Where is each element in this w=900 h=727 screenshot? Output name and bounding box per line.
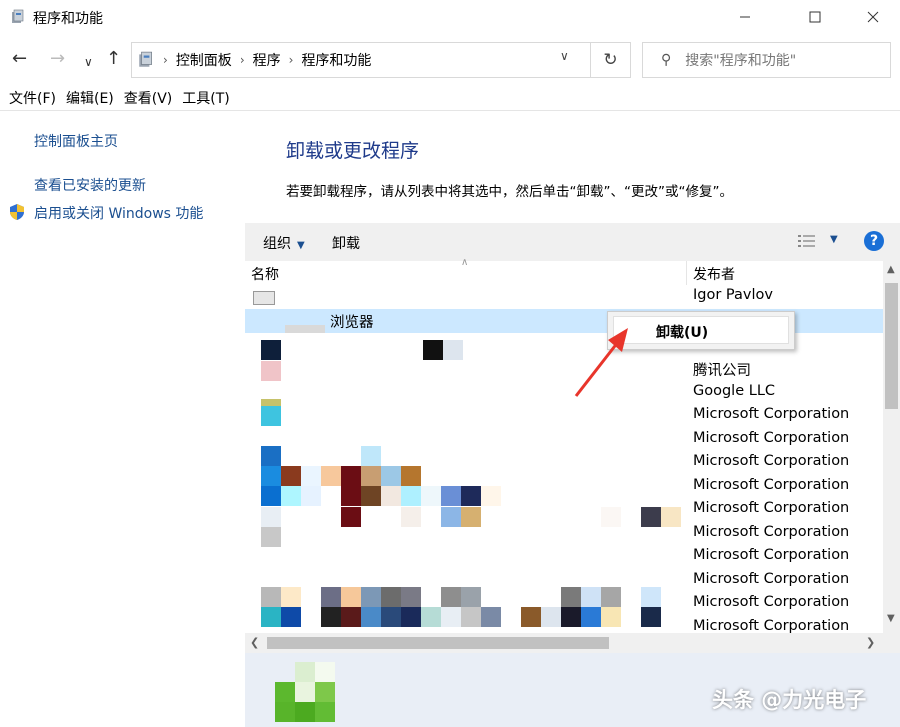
breadcrumb-separator-icon: › xyxy=(163,53,168,67)
list-item[interactable]: Microsoft Corporation xyxy=(245,428,883,452)
sidebar-link-control-panel-home[interactable]: 控制面板主页 xyxy=(34,131,118,151)
list-item[interactable]: Microsoft Corporation xyxy=(245,451,883,475)
sidebar-link-windows-features[interactable]: 启用或关闭 Windows 功能 xyxy=(34,203,203,223)
back-arrow-icon[interactable]: ← xyxy=(12,50,27,68)
list-item[interactable]: Microsoft Corporation xyxy=(245,404,883,428)
window-title: 程序和功能 xyxy=(33,11,103,27)
sort-ascending-icon: ∧ xyxy=(461,257,469,268)
scroll-thumb[interactable] xyxy=(267,637,609,649)
maximize-icon[interactable] xyxy=(792,0,838,34)
menu-edit[interactable]: 编辑(E) xyxy=(66,88,114,110)
context-menu: 卸载(U) xyxy=(607,311,795,350)
recent-locations-chevron-icon[interactable]: ∨ xyxy=(84,53,93,71)
list-item[interactable]: Microsoft Corporation xyxy=(245,522,883,546)
address-dropdown-icon[interactable]: ∨ xyxy=(560,49,569,63)
list-item[interactable]: Microsoft Corporation xyxy=(245,475,883,499)
view-options-icon[interactable] xyxy=(797,233,817,249)
search-placeholder: 搜索"程序和功能" xyxy=(685,53,797,69)
help-button[interactable]: ? xyxy=(864,231,884,251)
page-title: 卸载或更改程序 xyxy=(286,140,420,162)
list-item[interactable]: Google LLC xyxy=(245,381,883,405)
scroll-corner xyxy=(883,633,900,653)
control-panel-icon xyxy=(139,51,152,67)
forward-arrow-icon[interactable]: → xyxy=(50,50,65,68)
search-icon: ⚲ xyxy=(661,52,672,68)
column-header-name[interactable]: 名称 xyxy=(251,264,279,284)
breadcrumb-control-panel[interactable]: 控制面板 xyxy=(176,50,232,70)
address-bar[interactable]: › 控制面板 › 程序 › 程序和功能 xyxy=(131,42,591,78)
breadcrumb-separator-icon: › xyxy=(239,53,245,67)
close-icon[interactable] xyxy=(850,0,896,34)
list-item[interactable]: Microsoft Corporation xyxy=(245,569,883,593)
list-item[interactable]: Igor Pavlov xyxy=(245,285,883,309)
up-arrow-icon[interactable]: ↑ xyxy=(106,50,121,68)
breadcrumb-programs-and-features[interactable]: 程序和功能 xyxy=(301,50,371,70)
list-item[interactable]: Microsoft Corporation xyxy=(245,592,883,616)
shield-icon xyxy=(10,204,24,220)
refresh-icon: ↻ xyxy=(603,50,618,70)
organize-label: 组织 xyxy=(263,236,291,252)
chevron-down-icon: ▼ xyxy=(297,240,305,251)
refresh-button[interactable]: ↻ xyxy=(591,42,631,78)
minimize-icon[interactable] xyxy=(722,0,768,34)
list-item[interactable]: Microsoft Corporation xyxy=(245,616,883,633)
watermark: 头条 @力光电子 xyxy=(712,688,867,712)
address-row: ← → ∨ ↑ › 控制面板 › 程序 › 程序和功能 ∨ ↻ ⚲ 搜索"程序和… xyxy=(0,38,900,82)
menu-tools[interactable]: 工具(T) xyxy=(182,88,229,110)
column-header-publisher[interactable]: 发布者 xyxy=(693,264,735,284)
scroll-right-icon[interactable]: ❯ xyxy=(866,636,875,649)
list-item[interactable]: Microsoft Corporation xyxy=(245,545,883,569)
scroll-left-icon[interactable]: ❮ xyxy=(250,636,259,649)
column-separator[interactable] xyxy=(686,261,687,285)
list-item[interactable]: Microsoft Corporation xyxy=(245,498,883,522)
program-icon xyxy=(275,662,335,722)
list-header: ∧ 名称 发布者 xyxy=(245,257,883,285)
title-bar: 程序和功能 xyxy=(0,0,900,34)
search-input[interactable]: ⚲ 搜索"程序和功能" xyxy=(642,42,891,78)
context-menu-uninstall[interactable]: 卸载(U) xyxy=(613,316,789,344)
uninstall-button[interactable]: 卸载 xyxy=(332,233,360,253)
breadcrumb-separator-icon: › xyxy=(288,53,294,67)
view-dropdown-icon[interactable]: ▼ xyxy=(830,234,838,245)
scroll-down-icon[interactable]: ▼ xyxy=(887,613,895,624)
organize-button[interactable]: 组织 ▼ xyxy=(263,233,305,253)
menu-view[interactable]: 查看(V) xyxy=(124,88,173,110)
breadcrumb-programs[interactable]: 程序 xyxy=(253,50,281,70)
page-description: 若要卸载程序，请从列表中将其选中，然后单击“卸载”、“更改”或“修复”。 xyxy=(286,184,733,200)
divider xyxy=(0,110,900,111)
control-panel-icon xyxy=(12,9,24,23)
sidebar-link-installed-updates[interactable]: 查看已安装的更新 xyxy=(34,175,146,195)
menu-bar: 文件(F) 编辑(E) 查看(V) 工具(T) xyxy=(0,88,231,110)
command-toolbar: 组织 ▼ 卸载 ▼ ? xyxy=(245,223,900,261)
scroll-up-icon[interactable]: ▲ xyxy=(887,264,895,275)
scroll-thumb[interactable] xyxy=(885,283,898,409)
list-item[interactable]: 腾讯公司 xyxy=(245,357,883,381)
menu-file[interactable]: 文件(F) xyxy=(9,88,56,110)
vertical-scrollbar[interactable]: ▲ ▼ xyxy=(883,261,900,633)
horizontal-scrollbar[interactable]: ❮ ❯ xyxy=(245,633,883,653)
